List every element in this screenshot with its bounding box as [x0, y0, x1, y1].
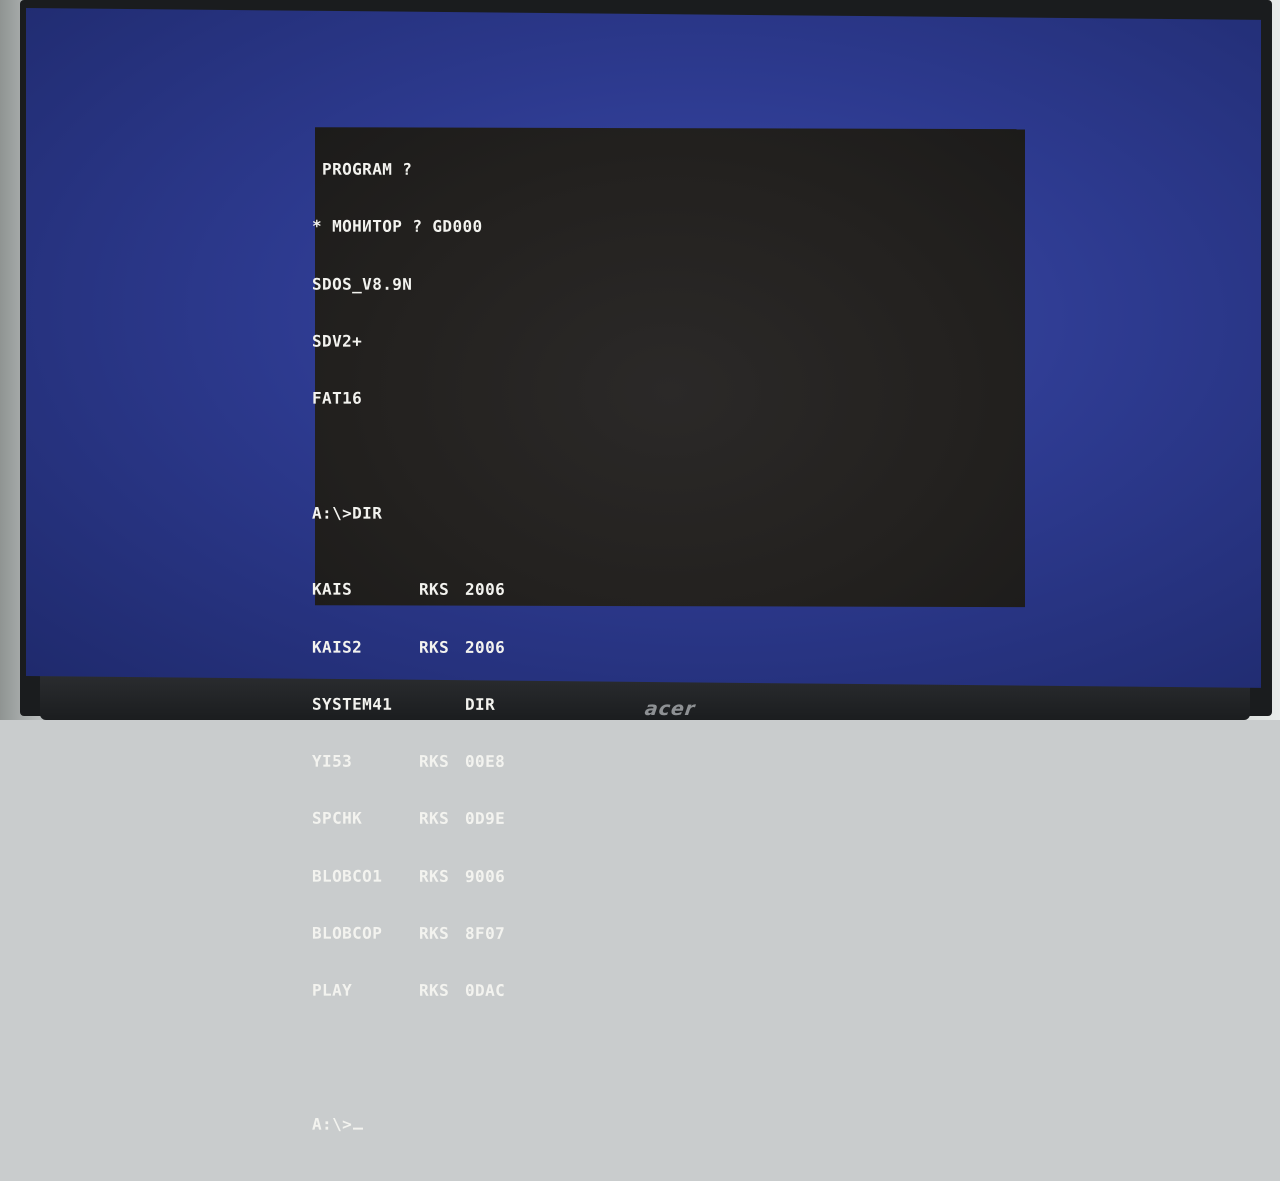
- dir-entry: KAIS2 RKS 2006: [312, 637, 525, 656]
- dir-entry-type: RKS: [419, 637, 450, 657]
- dir-entry-type: [419, 695, 465, 714]
- dir-entry-type: RKS: [419, 809, 450, 829]
- dir-entry-size: DIR: [465, 694, 496, 714]
- dir-entry-size: 8F07: [465, 923, 506, 943]
- dir-entry: YI53 RKS 00E8: [312, 752, 525, 771]
- dir-entry: SYSTEM41 DIR: [312, 694, 525, 713]
- monitor-screen: PROGRAM ? * МОНИТОР ? GD000 SDOS_V8.9N S…: [26, 8, 1261, 1134]
- dir-entry-name: KAIS: [312, 579, 353, 599]
- dir-entry-name: PLAY: [312, 980, 353, 1000]
- dir-entry-name: KAIS2: [312, 637, 363, 657]
- dir-entry-size: 2006: [465, 637, 506, 657]
- terminal-command-line: A:\>DIR: [312, 503, 383, 523]
- terminal-line: * МОНИТОР ? GD000: [312, 217, 483, 237]
- dir-entry: BLOBCO1 RKS 9006: [312, 866, 525, 885]
- dir-entry-name: BLOBCOP: [312, 923, 383, 943]
- dir-entry-type: RKS: [419, 866, 450, 886]
- dir-entry-type: RKS: [419, 923, 450, 943]
- text-cursor: [353, 1127, 364, 1130]
- command-prompt-line[interactable]: A:\>: [312, 1114, 525, 1134]
- terminal-line: SDOS_V8.9N: [312, 274, 413, 294]
- dir-entry-name: SPCHK: [312, 808, 363, 829]
- command-prompt: A:\>: [312, 1114, 353, 1134]
- dir-entry-size: 00E8: [465, 751, 506, 772]
- dir-entry-size: 0DAC: [465, 981, 506, 1001]
- terminal-line: FAT16: [312, 388, 363, 408]
- dir-entry-type: RKS: [419, 580, 450, 600]
- dir-entry-name: BLOBCO1: [312, 866, 383, 886]
- dir-entry: SPCHK RKS 0D9E: [312, 809, 525, 828]
- dir-entry-size: 2006: [465, 580, 506, 600]
- dir-entry-size: 0D9E: [465, 809, 506, 829]
- dir-entry-size: 9006: [465, 866, 506, 886]
- terminal-line: PROGRAM ?: [312, 159, 413, 179]
- dir-entry: KAIS RKS 2006: [312, 580, 525, 599]
- dir-entry: PLAY RKS 0DAC: [312, 981, 525, 1000]
- dir-entry-type: RKS: [419, 751, 450, 771]
- dir-entry-name: YI53: [312, 751, 353, 771]
- terminal-line: SDV2+: [312, 331, 363, 351]
- dir-entry-name: SYSTEM41: [312, 694, 393, 714]
- dir-entry: BLOBCOP RKS 8F07: [312, 924, 525, 943]
- dir-entry-type: RKS: [419, 980, 450, 1001]
- brand-logo: acer: [643, 698, 697, 720]
- terminal-output: PROGRAM ? * МОНИТОР ? GD000 SDOS_V8.9N S…: [312, 122, 525, 1173]
